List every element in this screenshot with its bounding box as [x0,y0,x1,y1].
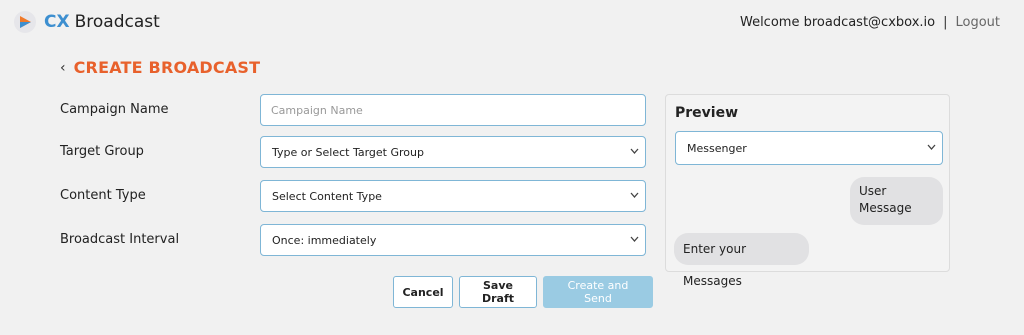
brand-title: Broadcast [74,12,160,32]
chevron-left-icon[interactable]: ‹ [60,59,66,77]
broadcast-interval-label: Broadcast Interval [60,232,180,247]
content-type-select[interactable]: Select Content Type [260,180,646,212]
chevron-down-icon [630,188,639,205]
brand-name: CX Broadcast [44,11,160,33]
save-draft-button[interactable]: Save Draft [459,276,537,308]
separator: | [943,15,948,30]
user-menu: Welcome broadcast@cxbox.io | Logout [740,14,1000,32]
brand-prefix: CX [44,12,70,32]
broadcast-interval-value: Once: immediately [272,234,377,247]
logout-link[interactable]: Logout [955,14,1000,32]
preview-panel: Preview Messenger User Message Enter you… [665,94,950,288]
play-triangle-icon [14,11,36,33]
target-group-row: Target Group Type or Select Target Group [60,136,650,170]
campaign-name-field [260,94,646,126]
chevron-down-icon [630,232,639,249]
enter-messages-bubble[interactable]: Enter your Messages [674,233,809,288]
form-actions: Cancel Save Draft Create and Send [393,276,653,308]
broadcast-interval-row: Broadcast Interval Once: immediately [60,224,650,258]
channel-value: Messenger [687,142,747,155]
campaign-name-label: Campaign Name [60,102,169,117]
content-type-value: Select Content Type [272,190,382,203]
preview-title: Preview [675,105,739,121]
content-type-label: Content Type [60,188,146,203]
cancel-button[interactable]: Cancel [393,276,453,308]
campaign-name-input[interactable] [261,95,645,125]
create-and-send-button[interactable]: Create and Send [543,276,653,308]
campaign-name-row: Campaign Name [60,94,650,128]
top-bar: CX Broadcast Welcome broadcast@cxbox.io |… [0,0,1024,44]
user-message-bubble: User Message [850,177,943,225]
chevron-down-icon [927,140,936,157]
content-type-row: Content Type Select Content Type [60,180,650,214]
channel-select[interactable]: Messenger [675,131,943,165]
page-title-text: CREATE BROADCAST [73,58,261,77]
target-group-value: Type or Select Target Group [272,146,424,159]
chevron-down-icon [630,144,639,161]
target-group-label: Target Group [60,144,144,159]
page-title: ‹ CREATE BROADCAST [60,58,260,77]
broadcast-interval-select[interactable]: Once: immediately [260,224,646,256]
welcome-text: Welcome broadcast@cxbox.io [739,15,936,30]
app-logo[interactable]: CX Broadcast [14,11,160,33]
target-group-select[interactable]: Type or Select Target Group [260,136,646,168]
